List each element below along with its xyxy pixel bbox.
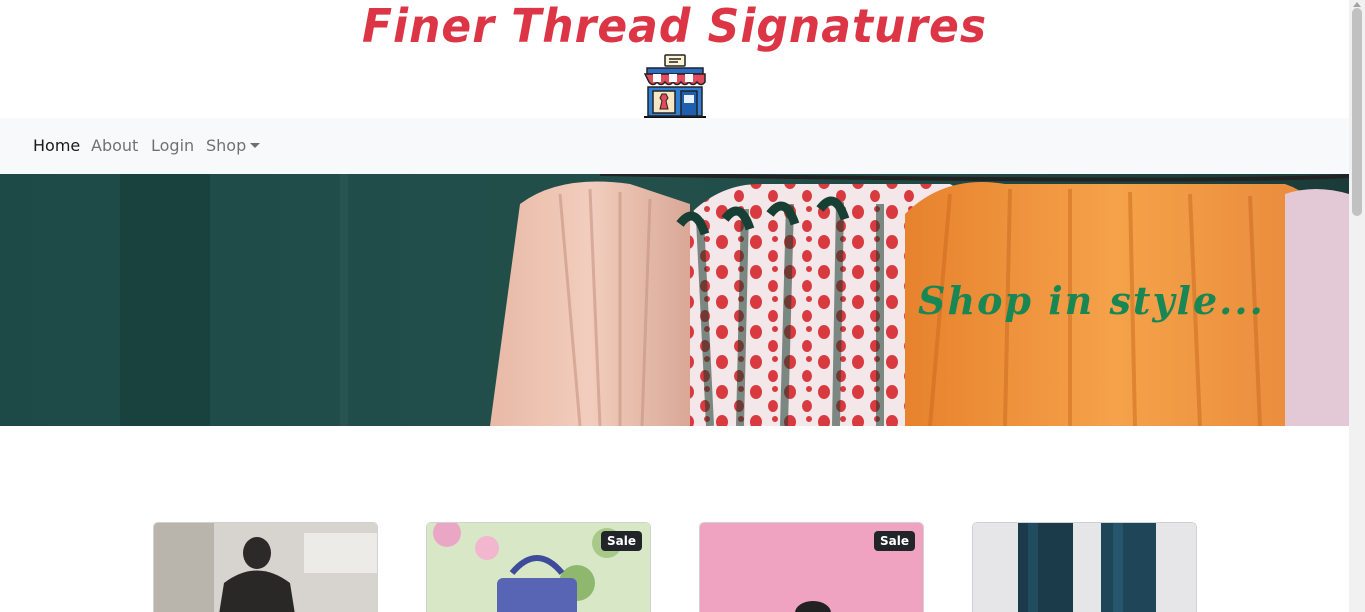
scroll-up-arrow-icon[interactable]	[1353, 2, 1361, 7]
nav-about-link[interactable]: About	[91, 136, 138, 156]
nav-home-link[interactable]: Home	[33, 136, 80, 156]
main-navbar: Home About Login Shop	[0, 118, 1349, 174]
product-image	[973, 523, 1196, 612]
product-card[interactable]	[153, 522, 378, 612]
scrollbar-thumb[interactable]	[1352, 8, 1362, 216]
product-card[interactable]	[972, 522, 1197, 612]
vertical-scrollbar[interactable]	[1349, 0, 1365, 612]
sale-badge: Sale	[601, 531, 642, 551]
brand-header: Finer Thread Signatures	[0, 0, 1349, 52]
product-card[interactable]: Sale	[699, 522, 924, 612]
product-image	[154, 523, 377, 612]
store-icon	[643, 54, 706, 118]
nav-login-link[interactable]: Login	[151, 136, 194, 156]
caret-down-icon	[250, 143, 261, 148]
product-card[interactable]: Sale	[426, 522, 651, 612]
sale-badge: Sale	[874, 531, 915, 551]
hero-banner: Shop in style...	[0, 174, 1349, 426]
page: Finer Thread Signatures Home About Login…	[0, 0, 1349, 612]
hero-tagline: Shop in style...	[918, 278, 1265, 323]
nav-shop-label: Shop	[206, 136, 247, 155]
nav-shop-dropdown[interactable]: Shop	[206, 136, 261, 156]
site-title: Finer Thread Signatures	[361, 0, 988, 54]
